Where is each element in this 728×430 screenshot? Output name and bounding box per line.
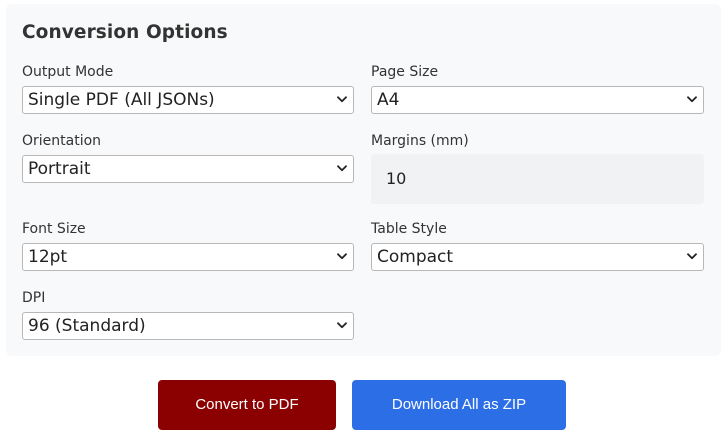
section-title: Conversion Options: [22, 22, 228, 43]
download-all-zip-button[interactable]: Download All as ZIP: [352, 380, 566, 430]
margins-input[interactable]: 10: [371, 154, 704, 204]
font-size-value: 12pt: [28, 247, 68, 267]
chevron-down-icon: [687, 96, 697, 103]
page-size-value: A4: [377, 90, 400, 110]
output-mode-label: Output Mode: [22, 64, 114, 80]
page-size-label: Page Size: [371, 64, 439, 80]
output-mode-select[interactable]: Single PDF (All JSONs): [22, 86, 354, 114]
page-size-select[interactable]: A4: [371, 86, 704, 114]
chevron-down-icon: [337, 322, 347, 329]
orientation-label: Orientation: [22, 133, 102, 149]
font-size-select[interactable]: 12pt: [22, 243, 354, 271]
chevron-down-icon: [687, 253, 697, 260]
orientation-value: Portrait: [28, 159, 91, 179]
margins-label: Margins (mm): [371, 133, 469, 149]
orientation-select[interactable]: Portrait: [22, 155, 354, 183]
chevron-down-icon: [337, 96, 347, 103]
convert-to-pdf-button[interactable]: Convert to PDF: [158, 380, 336, 430]
font-size-label: Font Size: [22, 221, 86, 237]
dpi-label: DPI: [22, 290, 46, 306]
table-style-select[interactable]: Compact: [371, 243, 704, 271]
output-mode-value: Single PDF (All JSONs): [28, 90, 215, 110]
chevron-down-icon: [337, 165, 347, 172]
table-style-label: Table Style: [371, 221, 447, 237]
table-style-value: Compact: [377, 247, 454, 267]
chevron-down-icon: [337, 253, 347, 260]
dpi-select[interactable]: 96 (Standard): [22, 312, 354, 340]
dpi-value: 96 (Standard): [28, 316, 146, 336]
